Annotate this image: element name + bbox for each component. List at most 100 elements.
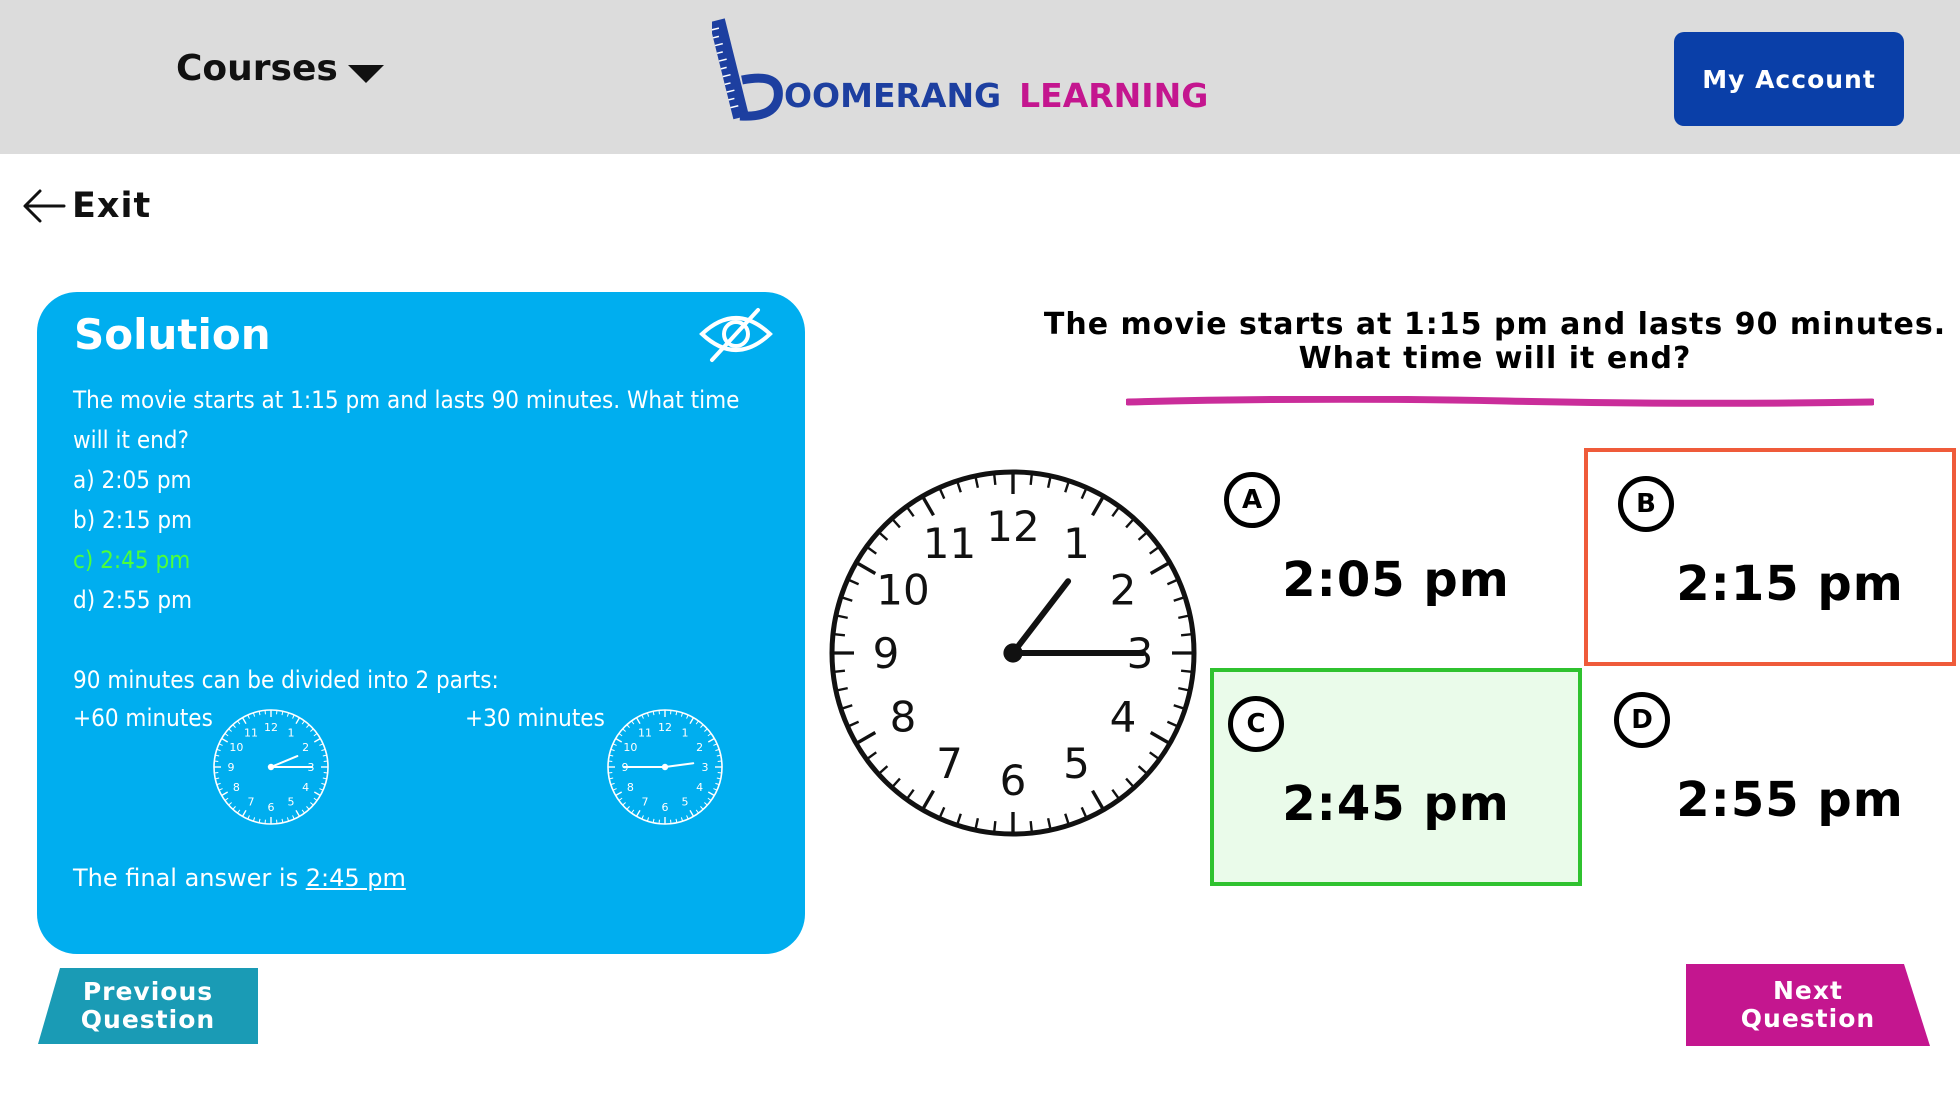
clock-tick bbox=[832, 669, 846, 674]
clock-numeral: 7 bbox=[642, 796, 649, 809]
clock-tick bbox=[313, 733, 318, 737]
caret-down-icon bbox=[347, 64, 384, 83]
clock-tick bbox=[247, 714, 250, 719]
exit-label: Exit bbox=[72, 186, 152, 226]
solution-option-b: b) 2:15 pm bbox=[73, 506, 193, 534]
clock-numeral: 6 bbox=[662, 801, 669, 814]
clock-numeral: 5 bbox=[288, 796, 295, 809]
question-line-2: What time will it end? bbox=[1298, 341, 1692, 376]
clock-numeral: 7 bbox=[936, 739, 963, 788]
clock-tick bbox=[319, 788, 324, 791]
answer-option-b[interactable]: B 2:15 pm bbox=[1584, 448, 1956, 666]
clock-2-15-icon: 123456789101112 bbox=[213, 709, 329, 825]
top-header: Courses OOMERANG LEARNING My Account bbox=[0, 0, 1960, 154]
clock-tick bbox=[626, 806, 630, 810]
clock-tick bbox=[646, 712, 650, 717]
logo-word-learning: LEARNING bbox=[1019, 76, 1209, 115]
clock-numeral: 4 bbox=[696, 781, 703, 794]
clock-tick bbox=[252, 712, 256, 717]
clock-numeral: 2 bbox=[696, 741, 703, 754]
clock-tick bbox=[218, 788, 223, 791]
clock-tick bbox=[1180, 632, 1194, 637]
clock-numeral: 1 bbox=[288, 726, 295, 739]
clock-tick bbox=[713, 788, 718, 791]
clock-tick bbox=[1029, 472, 1034, 486]
clock-tick bbox=[232, 724, 236, 728]
next-label-line1: Next bbox=[1773, 976, 1843, 1005]
clock-numeral: 10 bbox=[876, 566, 929, 615]
logo-word-boomerang: OOMERANG bbox=[784, 76, 1002, 115]
clock-tick bbox=[1180, 669, 1194, 674]
clock-numeral: 6 bbox=[268, 801, 275, 814]
final-answer-value: 2:45 pm bbox=[305, 864, 406, 892]
solution-divide-text: 90 minutes can be divided into 2 parts: bbox=[73, 666, 499, 694]
clock-tick bbox=[713, 743, 718, 746]
clock-tick bbox=[286, 712, 290, 717]
courses-menu[interactable]: Courses bbox=[176, 48, 384, 89]
solution-question-line: will it end? bbox=[73, 426, 189, 454]
clock-tick bbox=[832, 632, 846, 637]
solution-option-d: d) 2:55 pm bbox=[73, 586, 193, 614]
clock-tick bbox=[306, 806, 310, 810]
clock-numeral: 6 bbox=[1000, 756, 1027, 805]
question-line-1: The movie starts at 1:15 pm and lasts 90… bbox=[1043, 307, 1947, 342]
clock-numeral: 8 bbox=[627, 781, 634, 794]
clock-tick bbox=[313, 737, 321, 743]
option-letter-b: B bbox=[1618, 476, 1674, 532]
clock-tick bbox=[707, 791, 715, 797]
solution-panel: Solution The movie starts at 1:15 pm and… bbox=[37, 292, 805, 954]
next-label-line2: Question bbox=[1740, 1004, 1876, 1033]
previous-question-label: Previous Question bbox=[38, 968, 258, 1044]
exit-link[interactable]: Exit bbox=[22, 186, 151, 226]
clock-tick bbox=[1029, 820, 1034, 834]
clock-tick bbox=[686, 815, 689, 820]
clock-tick bbox=[292, 815, 295, 820]
clock-tick bbox=[618, 733, 623, 737]
analog-clock-1-15-icon: 123456789101112 bbox=[829, 469, 1197, 837]
option-text-c: 2:45 pm bbox=[1282, 776, 1510, 832]
answer-option-c[interactable]: C 2:45 pm bbox=[1210, 668, 1582, 886]
option-text-d: 2:55 pm bbox=[1676, 772, 1904, 828]
clock-tick bbox=[615, 791, 623, 797]
boomerang-learning-logo[interactable]: OOMERANG LEARNING bbox=[712, 14, 1208, 126]
clock-tick bbox=[310, 728, 314, 732]
my-account-button[interactable]: My Account bbox=[1674, 32, 1904, 126]
option-letter-d: D bbox=[1614, 692, 1670, 748]
answer-option-d[interactable]: D 2:55 pm bbox=[1584, 668, 1956, 886]
clock-tick bbox=[631, 720, 635, 725]
part2-label: +30 minutes bbox=[465, 704, 605, 732]
clock-tick bbox=[292, 714, 295, 719]
clock-numeral: 5 bbox=[682, 796, 689, 809]
clock-numeral: 12 bbox=[986, 502, 1039, 551]
clock-tick bbox=[612, 743, 617, 746]
clock-tick bbox=[626, 724, 630, 728]
clock-tick bbox=[695, 809, 699, 814]
arrow-left-icon bbox=[23, 189, 66, 223]
clock-tick bbox=[622, 802, 626, 806]
answer-option-a[interactable]: A 2:05 pm bbox=[1210, 448, 1582, 666]
previous-question-button[interactable]: Previous Question bbox=[38, 968, 258, 1044]
clock-tick bbox=[715, 748, 720, 752]
clock-numeral: 12 bbox=[658, 721, 672, 734]
clock-tick bbox=[313, 797, 318, 801]
clock-tick bbox=[992, 820, 997, 834]
clock-tick bbox=[635, 809, 641, 817]
clock-tick bbox=[610, 748, 615, 752]
clock-tick bbox=[704, 802, 708, 806]
clock-center bbox=[267, 763, 275, 771]
clock-2-45-icon: 123456789101112 bbox=[607, 709, 723, 825]
next-question-label: Next Question bbox=[1686, 964, 1930, 1046]
clock-numeral: 5 bbox=[1063, 739, 1090, 788]
solution-option-a: a) 2:05 pm bbox=[73, 466, 192, 494]
clock-tick bbox=[700, 724, 704, 728]
eye-slash-icon[interactable] bbox=[698, 304, 774, 364]
clock-tick bbox=[700, 806, 704, 810]
clock-tick bbox=[707, 733, 712, 737]
clock-tick bbox=[615, 737, 623, 743]
next-question-button[interactable]: Next Question bbox=[1686, 964, 1930, 1046]
clock-tick bbox=[622, 728, 626, 732]
clock-tick bbox=[321, 748, 326, 752]
clock-tick bbox=[680, 817, 684, 822]
solution-title: Solution bbox=[74, 310, 271, 359]
clock-numeral: 3 bbox=[702, 761, 709, 774]
